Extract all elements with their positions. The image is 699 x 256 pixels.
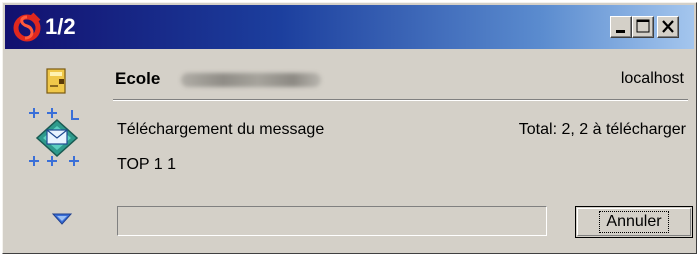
- mailbox-server-icon: [46, 68, 66, 94]
- window-title: 1/2: [45, 14, 76, 39]
- close-button[interactable]: [657, 16, 679, 38]
- server-host: localhost: [620, 70, 684, 87]
- mail-transfer-icon: [29, 108, 79, 166]
- message-totals: Total: 2, 2 à télécharger: [518, 121, 686, 138]
- divider: [113, 99, 688, 101]
- account-name: Ecole: [115, 69, 161, 88]
- transfer-status: Téléchargement du message: [117, 121, 325, 138]
- title-bar[interactable]: 1/2: [5, 5, 694, 49]
- download-progress-bar: [117, 206, 547, 236]
- minimize-icon: [616, 30, 625, 33]
- app-logo-icon: [13, 12, 41, 42]
- cancel-button[interactable]: Annuler: [575, 206, 693, 238]
- redacted-account-name: [181, 73, 321, 87]
- chevron-down-icon[interactable]: [51, 211, 73, 227]
- close-icon: [662, 20, 674, 33]
- maximize-icon: [636, 19, 650, 33]
- download-progress-window: 1/2 Ecole localhost Téléchargement du me…: [2, 2, 697, 254]
- cancel-label: Annuler: [599, 211, 669, 233]
- cancel-button-face: Annuler: [577, 208, 691, 236]
- protocol-command: TOP 1 1: [117, 156, 176, 173]
- minimize-button[interactable]: [610, 16, 632, 38]
- maximize-button[interactable]: [632, 16, 654, 38]
